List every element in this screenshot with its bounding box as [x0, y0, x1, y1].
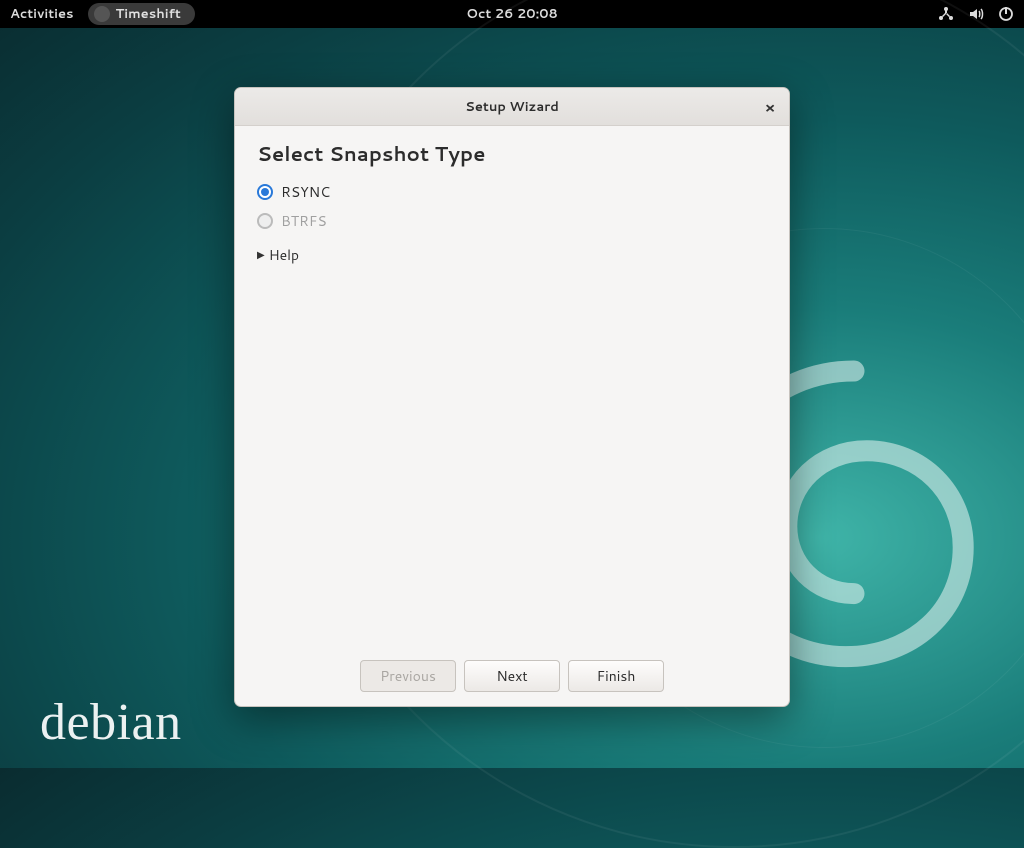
app-icon	[94, 6, 110, 22]
active-app-pill[interactable]: Timeshift	[88, 3, 195, 25]
radio-option-rsync[interactable]: RSYNC	[257, 182, 767, 202]
top-bar-left: Activities Timeshift	[10, 3, 195, 25]
close-button[interactable]: ×	[758, 95, 782, 119]
dialog-content: Select Snapshot Type RSYNC BTRFS ▶ Help	[235, 126, 789, 650]
chevron-right-icon: ▶	[257, 248, 265, 262]
radio-rsync-indicator	[257, 184, 273, 200]
debian-wordmark: debian	[40, 693, 182, 752]
power-icon[interactable]	[998, 6, 1014, 22]
window-titlebar[interactable]: Setup Wizard ×	[235, 88, 789, 126]
radio-rsync-label: RSYNC	[281, 182, 330, 202]
radio-option-btrfs: BTRFS	[257, 211, 767, 231]
help-expander-label: Help	[269, 245, 299, 265]
previous-button: Previous	[360, 660, 456, 692]
page-heading: Select Snapshot Type	[257, 140, 767, 168]
clock[interactable]: Oct 26 20:08	[466, 5, 558, 23]
setup-wizard-window: Setup Wizard × Select Snapshot Type RSYN…	[234, 87, 790, 707]
next-button[interactable]: Next	[464, 660, 560, 692]
active-app-name: Timeshift	[116, 5, 181, 23]
activities-button[interactable]: Activities	[10, 5, 74, 23]
radio-btrfs-label: BTRFS	[281, 211, 327, 231]
window-title: Setup Wizard	[465, 98, 559, 116]
finish-button[interactable]: Finish	[568, 660, 664, 692]
help-expander[interactable]: ▶ Help	[257, 245, 767, 265]
dialog-footer: Previous Next Finish	[235, 650, 789, 706]
radio-btrfs-indicator	[257, 213, 273, 229]
